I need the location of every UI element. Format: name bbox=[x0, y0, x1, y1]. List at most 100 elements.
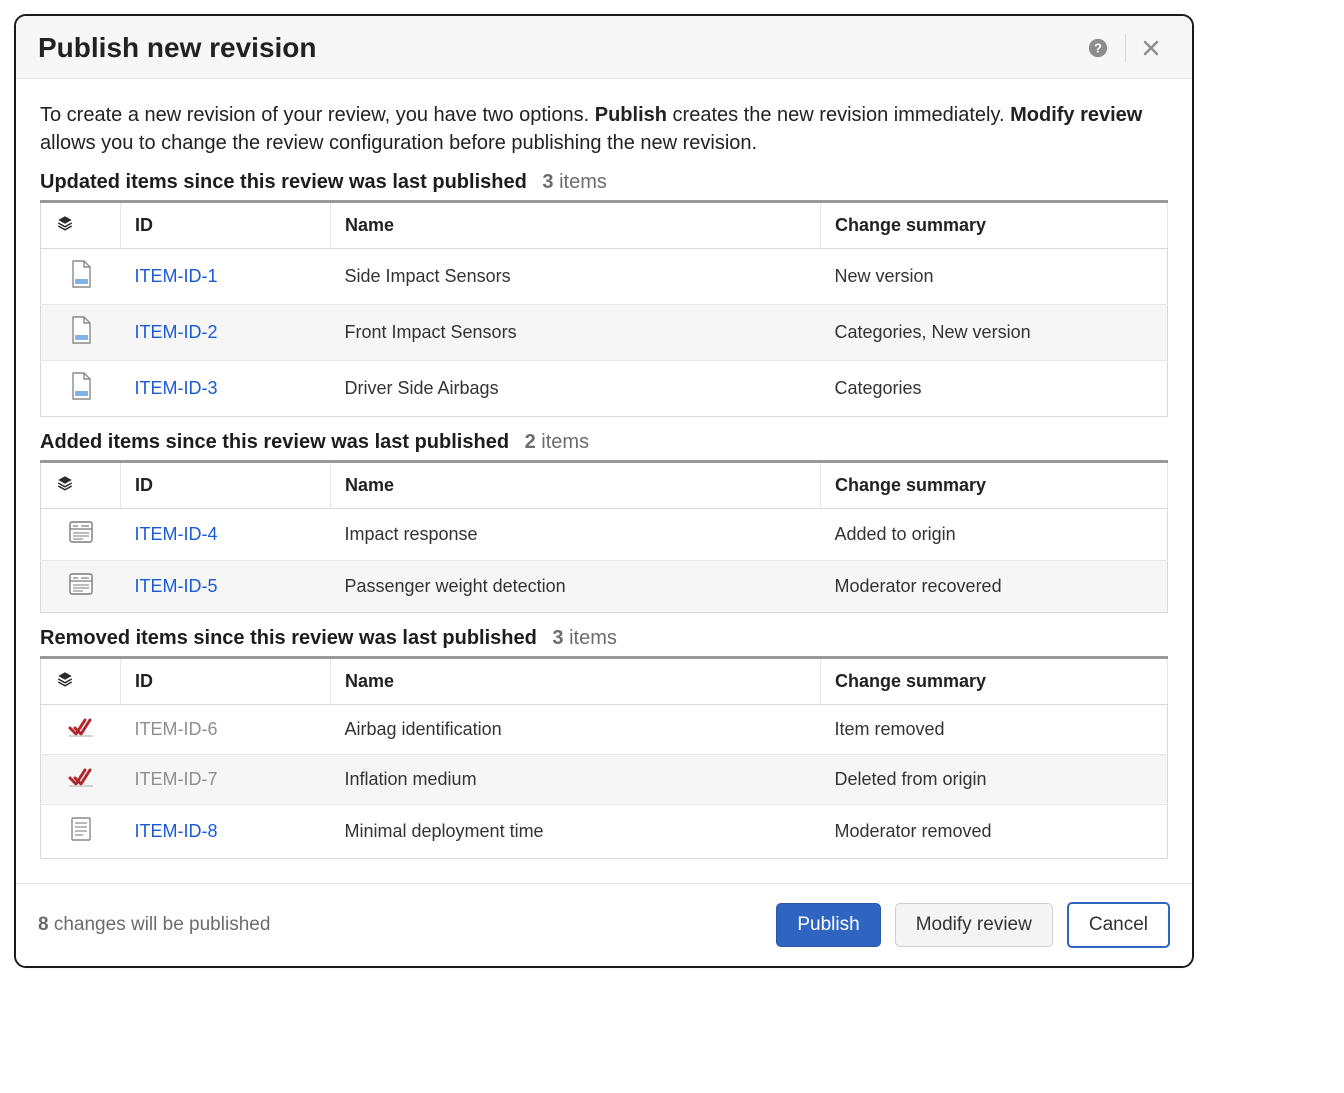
item-id-link[interactable]: ITEM-ID-2 bbox=[135, 322, 218, 342]
col-type-header[interactable] bbox=[41, 202, 121, 249]
updated-tbody: ITEM-ID-1Side Impact SensorsNew versionI… bbox=[41, 249, 1168, 417]
item-id-link[interactable]: ITEM-ID-3 bbox=[135, 378, 218, 398]
col-summary-header[interactable]: Change summary bbox=[821, 202, 1168, 249]
table-row: ITEM-ID-2 Front Impact SensorsCategories,… bbox=[41, 305, 1168, 361]
added-table: ID Name Change summary ITEM-ID-4 Impact r… bbox=[40, 460, 1168, 613]
table-header-row: ID Name Change summary bbox=[41, 462, 1168, 509]
col-name-header[interactable]: Name bbox=[331, 202, 821, 249]
table-row: ITEM-ID-6 Airbag identificationItem remov… bbox=[41, 705, 1168, 755]
row-id-cell: ITEM-ID-6 bbox=[121, 705, 331, 755]
modify-review-button[interactable]: Modify review bbox=[895, 903, 1053, 947]
row-summary-cell: Added to origin bbox=[821, 509, 1168, 561]
item-id-link[interactable]: ITEM-ID-8 bbox=[135, 821, 218, 841]
cancel-button[interactable]: Cancel bbox=[1067, 902, 1170, 948]
row-name-cell: Airbag identification bbox=[331, 705, 821, 755]
row-name-cell: Driver Side Airbags bbox=[331, 361, 821, 417]
layers-icon bbox=[55, 214, 75, 232]
publish-button[interactable]: Publish bbox=[776, 903, 880, 947]
row-type-icon-cell bbox=[41, 805, 121, 859]
check-icon bbox=[68, 716, 94, 738]
removed-count: 3 items bbox=[552, 627, 616, 649]
table-row: ITEM-ID-5 Passenger weight detectionModer… bbox=[41, 561, 1168, 613]
item-id-link[interactable]: ITEM-ID-1 bbox=[135, 266, 218, 286]
row-type-icon-cell bbox=[41, 361, 121, 417]
row-id-cell: ITEM-ID-1 bbox=[121, 249, 331, 305]
row-name-cell: Side Impact Sensors bbox=[331, 249, 821, 305]
row-name-cell: Front Impact Sensors bbox=[331, 305, 821, 361]
col-name-header[interactable]: Name bbox=[331, 658, 821, 705]
col-type-header[interactable] bbox=[41, 462, 121, 509]
table-row: ITEM-ID-1 Side Impact SensorsNew version bbox=[41, 249, 1168, 305]
header-separator bbox=[1125, 34, 1126, 62]
row-summary-cell: Moderator removed bbox=[821, 805, 1168, 859]
row-summary-cell: New version bbox=[821, 249, 1168, 305]
row-name-cell: Passenger weight detection bbox=[331, 561, 821, 613]
table-header-row: ID Name Change summary bbox=[41, 658, 1168, 705]
row-type-icon-cell bbox=[41, 561, 121, 613]
added-count: 2 items bbox=[525, 431, 589, 453]
row-id-cell: ITEM-ID-5 bbox=[121, 561, 331, 613]
item-id-text: ITEM-ID-6 bbox=[135, 719, 218, 739]
publish-revision-dialog: Publish new revision ? To create a new r… bbox=[14, 14, 1194, 968]
item-id-link[interactable]: ITEM-ID-5 bbox=[135, 576, 218, 596]
table-row: ITEM-ID-3 Driver Side AirbagsCategories bbox=[41, 361, 1168, 417]
item-id-link[interactable]: ITEM-ID-4 bbox=[135, 524, 218, 544]
col-type-header[interactable] bbox=[41, 658, 121, 705]
col-id-header[interactable]: ID bbox=[121, 658, 331, 705]
col-id-header[interactable]: ID bbox=[121, 462, 331, 509]
item-id-text: ITEM-ID-7 bbox=[135, 769, 218, 789]
row-id-cell: ITEM-ID-2 bbox=[121, 305, 331, 361]
row-name-cell: Impact response bbox=[331, 509, 821, 561]
row-type-icon-cell bbox=[41, 305, 121, 361]
row-id-cell: ITEM-ID-4 bbox=[121, 509, 331, 561]
table-row: ITEM-ID-4 Impact responseAdded to origin bbox=[41, 509, 1168, 561]
dialog-body: To create a new revision of your review,… bbox=[16, 79, 1192, 883]
check-icon bbox=[68, 766, 94, 788]
row-name-cell: Minimal deployment time bbox=[331, 805, 821, 859]
footer-status: 8 changes will be published bbox=[38, 914, 762, 936]
doc-icon bbox=[69, 372, 93, 400]
footer-count: 8 bbox=[38, 914, 49, 935]
help-icon[interactable]: ? bbox=[1077, 33, 1119, 63]
row-summary-cell: Deleted from origin bbox=[821, 755, 1168, 805]
row-summary-cell: Item removed bbox=[821, 705, 1168, 755]
doc-icon bbox=[69, 260, 93, 288]
row-summary-cell: Categories bbox=[821, 361, 1168, 417]
table-row: ITEM-ID-7 Inflation mediumDeleted from or… bbox=[41, 755, 1168, 805]
intro-text: To create a new revision of your review,… bbox=[40, 101, 1168, 157]
row-name-cell: Inflation medium bbox=[331, 755, 821, 805]
intro-modify-word: Modify review bbox=[1010, 104, 1142, 126]
row-summary-cell: Moderator recovered bbox=[821, 561, 1168, 613]
intro-line1-post: creates the new revision immediately. bbox=[667, 104, 1010, 126]
footer-text: changes will be published bbox=[49, 914, 271, 935]
box-icon bbox=[68, 572, 94, 596]
table-header-row: ID Name Change summary bbox=[41, 202, 1168, 249]
close-icon[interactable] bbox=[1132, 35, 1170, 61]
removed-section-title: Removed items since this review was last… bbox=[40, 627, 1168, 650]
doc-icon bbox=[69, 316, 93, 344]
col-summary-header[interactable]: Change summary bbox=[821, 658, 1168, 705]
removed-table: ID Name Change summary ITEM-ID-6 Airbag i… bbox=[40, 656, 1168, 859]
col-name-header[interactable]: Name bbox=[331, 462, 821, 509]
row-summary-cell: Categories, New version bbox=[821, 305, 1168, 361]
box-icon bbox=[68, 520, 94, 544]
updated-table: ID Name Change summary ITEM-ID-1 Side Imp… bbox=[40, 200, 1168, 417]
updated-count: 3 items bbox=[542, 171, 606, 193]
updated-section-title: Updated items since this review was last… bbox=[40, 171, 1168, 194]
dialog-footer: 8 changes will be published Publish Modi… bbox=[16, 883, 1192, 966]
col-summary-header[interactable]: Change summary bbox=[821, 462, 1168, 509]
row-id-cell: ITEM-ID-8 bbox=[121, 805, 331, 859]
dialog-header: Publish new revision ? bbox=[16, 16, 1192, 79]
row-id-cell: ITEM-ID-7 bbox=[121, 755, 331, 805]
updated-label: Updated items since this review was last… bbox=[40, 171, 527, 193]
removed-label: Removed items since this review was last… bbox=[40, 627, 537, 649]
row-type-icon-cell bbox=[41, 755, 121, 805]
col-id-header[interactable]: ID bbox=[121, 202, 331, 249]
intro-publish-word: Publish bbox=[595, 104, 667, 126]
text-icon bbox=[70, 816, 92, 842]
layers-icon bbox=[55, 670, 75, 688]
dialog-title: Publish new revision bbox=[38, 32, 1077, 64]
row-type-icon-cell bbox=[41, 249, 121, 305]
removed-tbody: ITEM-ID-6 Airbag identificationItem remov… bbox=[41, 705, 1168, 859]
table-row: ITEM-ID-8 Minimal deployment timeModerato… bbox=[41, 805, 1168, 859]
